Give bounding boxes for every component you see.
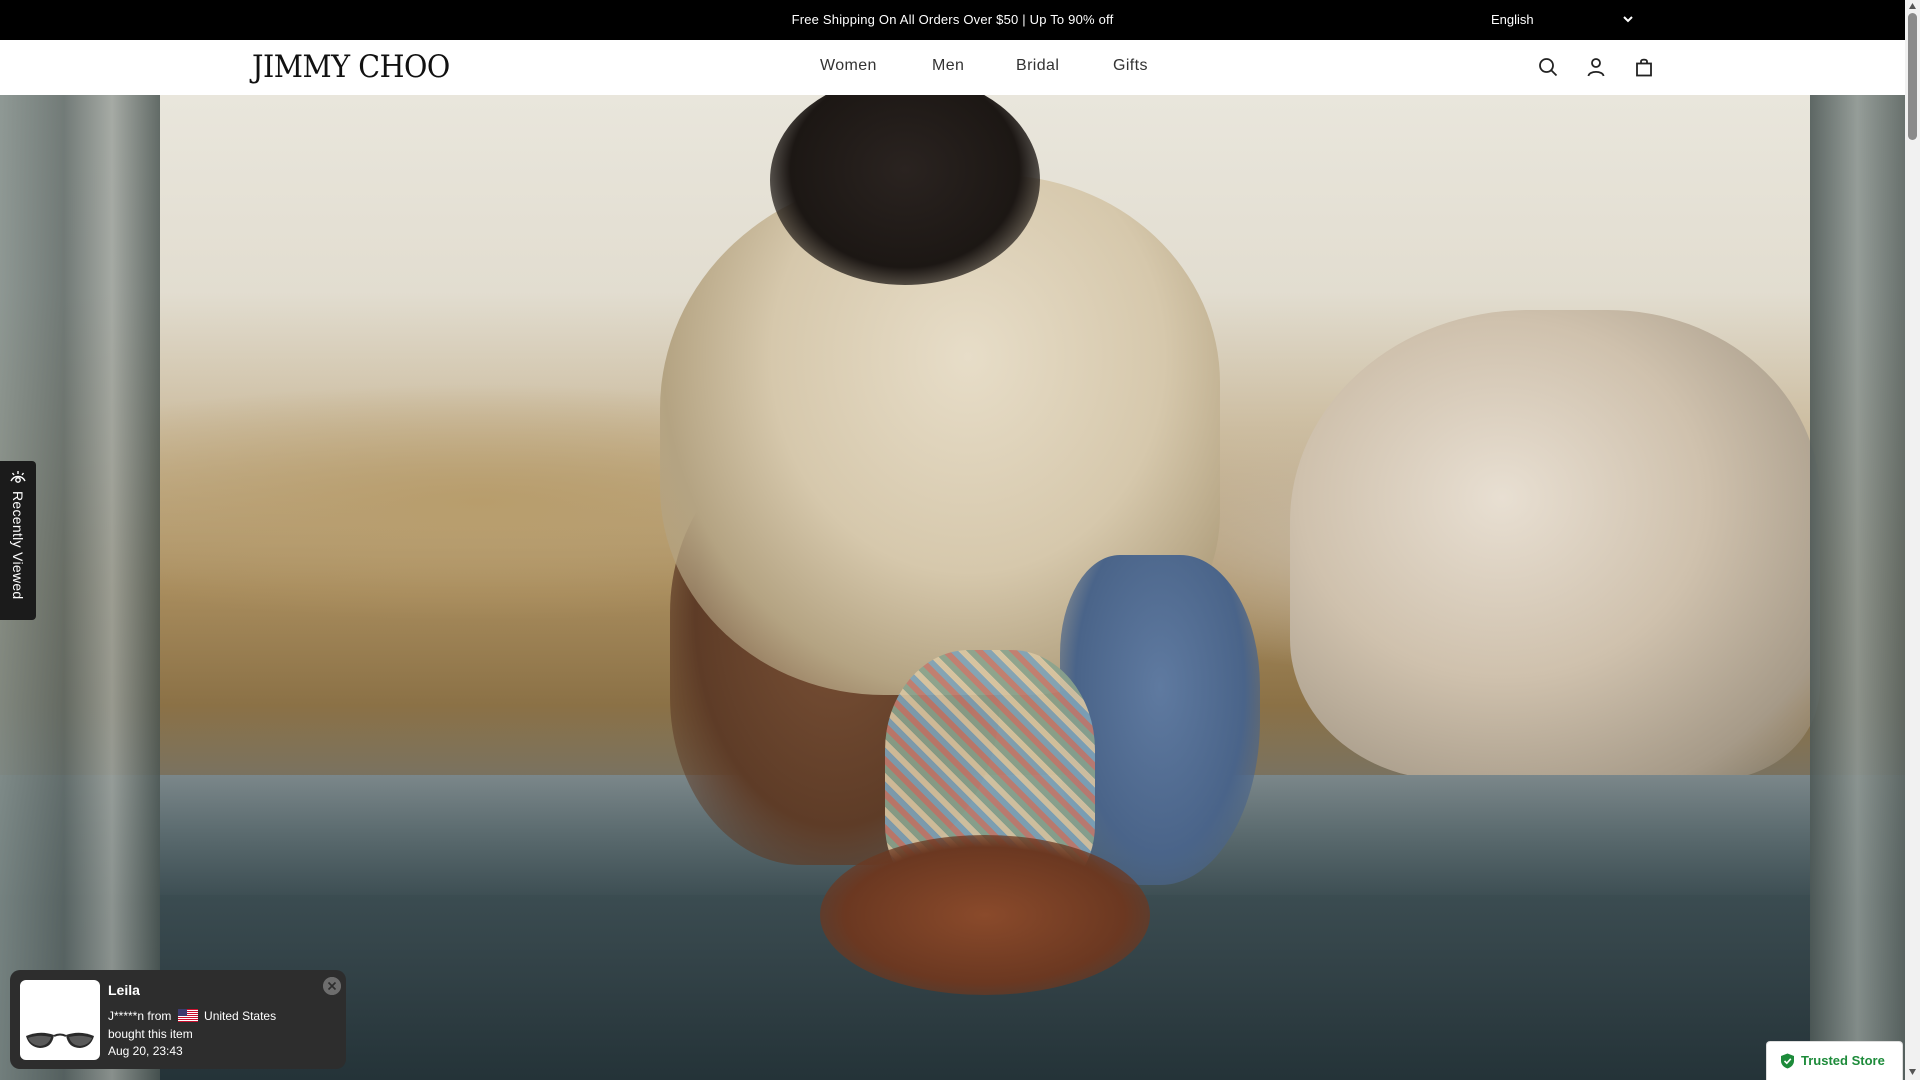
nav-item-gifts[interactable]: Gifts <box>1113 57 1148 75</box>
purchase-time: Aug 20, 23:43 <box>108 1044 183 1058</box>
eye-sparkle-icon <box>10 471 26 483</box>
purchase-notification[interactable]: Leila J*****n from United States bought … <box>10 970 346 1069</box>
buyer-country: United States <box>204 1009 277 1023</box>
purchase-action: bought this item <box>108 1027 193 1041</box>
hero-window-frame-right <box>1810 95 1905 1080</box>
trusted-store-label: Trusted Store <box>1801 1053 1885 1068</box>
scrollbar-thumb[interactable] <box>1908 13 1917 140</box>
account-icon[interactable] <box>1585 56 1607 78</box>
hero-image[interactable] <box>0 95 1905 1080</box>
hero-sandals <box>820 835 1150 995</box>
close-icon[interactable] <box>323 977 341 995</box>
nav-item-bridal[interactable]: Bridal <box>1016 57 1059 75</box>
shield-check-icon <box>1781 1053 1794 1069</box>
announcement-bar: Free Shipping On All Orders Over $50 | U… <box>0 0 1905 40</box>
product-thumbnail[interactable] <box>20 980 100 1060</box>
site-header: JIMMY CHOO Women Men Bridal Gifts <box>0 40 1905 95</box>
bag-icon[interactable] <box>1633 56 1655 78</box>
language-selector[interactable]: English <box>1491 12 1636 27</box>
sunglasses-icon <box>26 1032 94 1048</box>
recently-viewed-label: Recently Viewed <box>10 491 26 600</box>
brand-logo[interactable]: JIMMY CHOO <box>252 49 450 85</box>
language-label: English <box>1491 12 1534 27</box>
nav-item-women[interactable]: Women <box>820 57 877 75</box>
hero-rocks <box>1290 310 1820 780</box>
nav-item-men[interactable]: Men <box>932 57 964 75</box>
us-flag-icon <box>177 1009 198 1022</box>
buyer-location: J*****n from United States <box>108 1009 276 1023</box>
scroll-up-arrow-icon[interactable] <box>1908 2 1917 10</box>
recently-viewed-tab[interactable]: Recently Viewed <box>0 461 36 620</box>
buyer-masked: J*****n from <box>108 1009 172 1023</box>
search-icon[interactable] <box>1537 56 1559 78</box>
page-scrollbar[interactable] <box>1905 0 1920 1080</box>
trusted-store-badge[interactable]: Trusted Store <box>1766 1041 1903 1080</box>
buyer-name: Leila <box>108 982 140 998</box>
scroll-down-arrow-icon[interactable] <box>1908 1068 1917 1076</box>
chevron-down-icon[interactable] <box>1622 13 1634 25</box>
